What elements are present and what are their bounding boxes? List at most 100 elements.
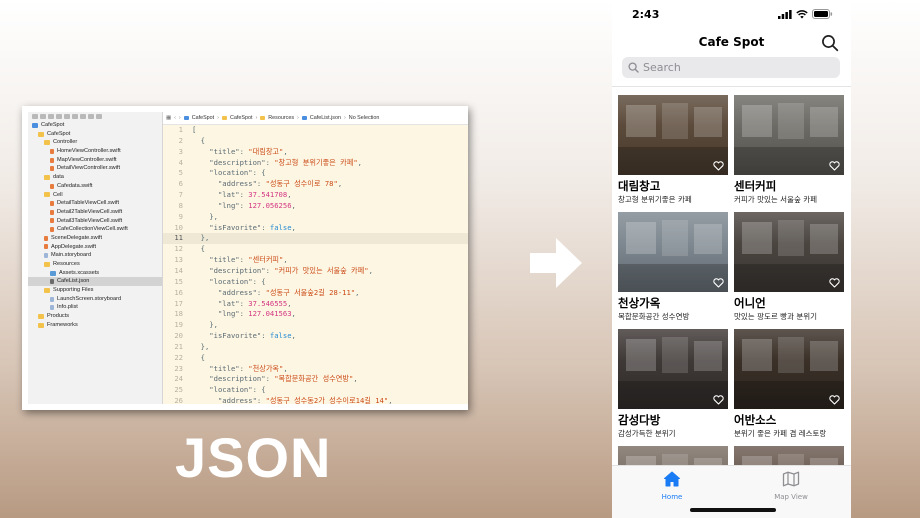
folder-icon [44, 140, 50, 146]
navigator-item[interactable]: Info.plist [28, 303, 162, 312]
code-token: , [355, 287, 360, 297]
back-chevron-icon[interactable]: ‹ [174, 115, 176, 121]
symbol-icon[interactable] [48, 114, 54, 119]
search-icon[interactable] [821, 34, 839, 52]
navigator-item[interactable]: Main.storyboard [28, 251, 162, 260]
cafe-card[interactable]: 감성다방 감성가득한 분위기 [618, 329, 728, 440]
navigator-item[interactable]: data [28, 173, 162, 182]
navigator-item[interactable]: Assets.xcassets [28, 269, 162, 278]
navigator-item[interactable]: Supporting Files [28, 286, 162, 295]
navigator-item[interactable]: HomeViewController.swift [28, 147, 162, 156]
code-token: : [256, 396, 266, 404]
code-token: "성동구 성수동2가 성수이로14길 14" [265, 396, 389, 404]
search-icon[interactable] [56, 114, 62, 119]
search-bar[interactable] [622, 57, 840, 78]
heart-icon[interactable] [713, 278, 724, 288]
breadcrumb-group[interactable]: CafeSpot [230, 115, 252, 121]
cafe-photo [618, 212, 728, 292]
test-icon[interactable] [72, 114, 78, 119]
navigator-item[interactable]: Products [28, 312, 162, 321]
line-number: 17 [174, 298, 183, 308]
cafe-card[interactable] [734, 446, 844, 465]
navigator-item[interactable]: Resources [28, 260, 162, 269]
navigator-item-label: Controller [53, 139, 78, 146]
code-token: : [239, 255, 249, 265]
cafe-card[interactable]: 어반소스 분위기 좋은 카페 겸 레스토랑 [734, 329, 844, 440]
file-icon [50, 148, 54, 154]
tab-home[interactable]: Home [632, 471, 712, 501]
navigator-item[interactable]: SceneDelegate.swift [28, 234, 162, 243]
file-icon [44, 253, 48, 259]
cafe-card[interactable] [618, 446, 728, 465]
heart-icon[interactable] [713, 161, 724, 171]
navigator-item[interactable]: AppDelegate.swift [28, 243, 162, 252]
line-number: 26 [174, 396, 183, 404]
debug-icon[interactable] [80, 114, 86, 119]
navigator-item-label: Supporting Files [53, 287, 94, 294]
code-token: "대림창고" [248, 146, 284, 156]
code-token: : { [252, 168, 266, 178]
tab-home-label: Home [661, 493, 683, 501]
navigator-item[interactable]: DetailViewController.swift [28, 164, 162, 173]
breakpoint-icon[interactable] [88, 114, 94, 119]
forward-chevron-icon[interactable]: › [179, 115, 181, 121]
navigator-item-label: Cafedata.swift [57, 182, 93, 189]
grid-icon[interactable]: ▦ [166, 115, 171, 121]
breadcrumb-selection[interactable]: No Selection [349, 115, 380, 121]
code-token: "lat" [192, 298, 240, 308]
tab-map-view[interactable]: Map View [751, 471, 831, 501]
cafe-card[interactable]: 천상가옥 복합문화공간 성수연방 [618, 212, 728, 323]
heart-icon[interactable] [829, 395, 840, 405]
folder-icon[interactable] [32, 114, 38, 119]
navigator-item[interactable]: Cell [28, 191, 162, 200]
navigator-item[interactable]: CafeSpot [28, 130, 162, 139]
heart-icon[interactable] [713, 395, 724, 405]
breadcrumb-file[interactable]: CafeList.json [310, 115, 341, 121]
navigator-item[interactable]: Frameworks [28, 321, 162, 330]
navigator-item[interactable]: DetailTableViewCell.swift [28, 199, 162, 208]
cafe-card[interactable]: 대림창고 창고형 분위기좋은 카페 [618, 95, 728, 206]
cafe-card[interactable]: 센터커피 커피가 맛있는 서울숲 카페 [734, 95, 844, 206]
line-number: 10 [174, 222, 183, 232]
folder-icon [38, 322, 44, 328]
heart-icon[interactable] [829, 161, 840, 171]
breadcrumb-folder[interactable]: Resources [268, 115, 294, 121]
warning-icon[interactable] [64, 114, 70, 119]
search-input[interactable] [643, 61, 823, 74]
xcode-screenshot: CafeSpot CafeSpot Controller HomeViewContro… [22, 106, 468, 410]
code-line: 19 }, [163, 320, 468, 331]
code-token: : [239, 146, 249, 156]
code-area[interactable]: 1[2 {3 "title": "대림창고", 4 "description": … [163, 125, 468, 404]
home-indicator [690, 508, 776, 512]
report-icon[interactable] [96, 114, 102, 119]
cafe-photo [618, 329, 728, 409]
navigator-item[interactable]: CafeList.json [28, 277, 162, 287]
navigator-item[interactable]: MapViewController.swift [28, 156, 162, 165]
code-token: : [239, 200, 249, 210]
breadcrumb-project[interactable]: CafeSpot [192, 115, 214, 121]
line-number: 13 [174, 255, 183, 265]
line-number: 24 [174, 374, 183, 384]
navigator-item-label: Info.plist [57, 304, 78, 311]
source-control-icon[interactable] [40, 114, 46, 119]
file-icon [50, 209, 54, 215]
navigator-item-label: Main.storyboard [51, 252, 92, 259]
code-token: : [239, 363, 249, 373]
code-token: }, [192, 341, 210, 351]
heart-icon[interactable] [829, 278, 840, 288]
navigator-item-label: Cell [53, 191, 63, 198]
code-token: "천상가옥" [248, 363, 284, 373]
navigator-item[interactable]: CafeSpot [28, 121, 162, 130]
cafe-card[interactable]: 어니언 맛있는 팡도르 빵과 분위기 [734, 212, 844, 323]
navigator-item[interactable]: CafeCollectionViewCell.swift [28, 225, 162, 234]
code-line: 8 "lng": 127.056256, [163, 201, 468, 212]
navigator-item[interactable]: LaunchScreen.storyboard [28, 295, 162, 304]
wifi-icon [796, 9, 808, 18]
code-editor[interactable]: ▦ ‹ › CafeSpot › CafeSpot › Resources › … [163, 112, 468, 404]
code-token: "복합문화공간 성수연방" [274, 374, 354, 384]
code-line: 20 "isFavorite": false, [163, 331, 468, 342]
navigator-item[interactable]: Cafedata.swift [28, 182, 162, 191]
navigator-item[interactable]: Detail3TableViewCell.swift [28, 217, 162, 226]
navigator-item[interactable]: Controller [28, 138, 162, 147]
navigator-item[interactable]: Detail2TableViewCell.swift [28, 208, 162, 217]
